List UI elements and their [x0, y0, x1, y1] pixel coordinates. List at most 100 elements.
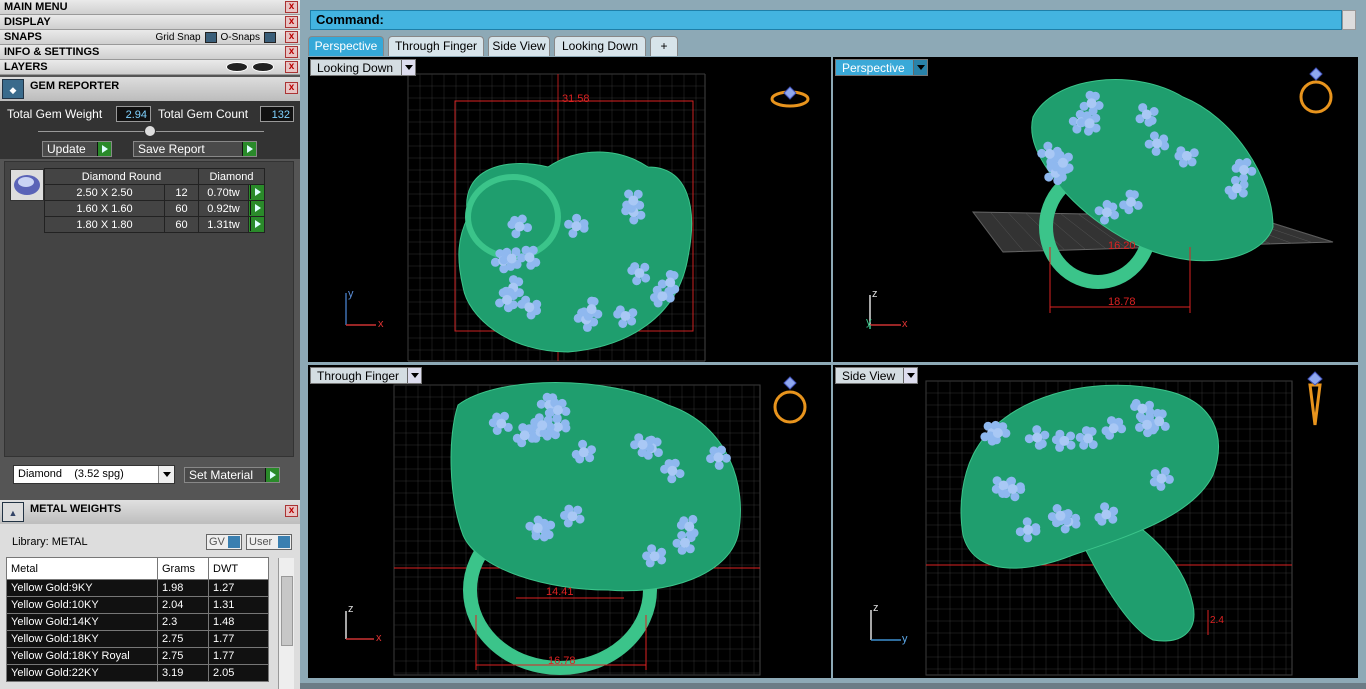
user-toggle[interactable]: User [246, 534, 292, 550]
chevron-down-icon[interactable] [407, 368, 422, 383]
eye-icon[interactable] [252, 62, 274, 72]
viewport-label-text: Looking Down [317, 61, 394, 75]
gem-center [1108, 423, 1119, 434]
close-icon[interactable]: x [285, 82, 298, 94]
material-select-value: Diamond (3.52 spg) [18, 468, 124, 480]
o-snaps-toggle[interactable] [264, 31, 276, 43]
dimension-label: 31.58 [562, 93, 590, 105]
grams-header: Grams [157, 557, 209, 580]
table-row[interactable]: Yellow Gold:10KY 2.04 1.31 [6, 596, 269, 614]
gem-weight: 1.31tw [198, 216, 249, 233]
gem-row[interactable]: 1.80 X 1.80 60 1.31tw [44, 216, 265, 233]
snaps-menu-bar[interactable]: SNAPS Grid Snap O-Snaps x [0, 30, 300, 45]
chevron-down-icon[interactable] [912, 60, 927, 75]
close-icon[interactable]: x [285, 16, 298, 28]
close-icon[interactable]: x [285, 1, 298, 13]
close-icon[interactable]: x [285, 31, 298, 43]
select-arrow-icon[interactable] [248, 216, 265, 233]
close-icon[interactable]: x [285, 46, 298, 58]
gem-center [502, 294, 512, 305]
select-arrow-icon[interactable] [248, 184, 265, 201]
chevron-down-icon[interactable] [158, 466, 174, 483]
layers-menu-bar[interactable]: LAYERS x [0, 60, 300, 75]
gv-label: GV [209, 536, 225, 548]
display-menu-bar[interactable]: DISPLAY x [0, 15, 300, 30]
gv-toggle[interactable]: GV [206, 534, 242, 550]
viewport-label-perspective[interactable]: Perspective [835, 59, 928, 76]
viewport-label-looking-down[interactable]: Looking Down [310, 59, 417, 76]
slider-handle[interactable] [144, 125, 156, 137]
grid-snap-toggle[interactable] [204, 31, 217, 43]
gem-center [1156, 473, 1167, 484]
material-select[interactable]: Diamond (3.52 spg) [13, 465, 175, 484]
gem-center [1181, 150, 1192, 161]
axis-y-label: y [348, 288, 354, 300]
update-button[interactable]: Update [42, 141, 112, 157]
gem-center [1101, 207, 1112, 218]
through-finger-render: 14.41 16.78 z x [345, 376, 807, 676]
diamond-shape-icon[interactable] [10, 169, 44, 201]
viewport-label-side-view[interactable]: Side View [835, 367, 919, 384]
diamond-round-icon [14, 175, 40, 195]
gem-center [1154, 416, 1165, 427]
command-scroll-button[interactable] [1342, 10, 1356, 30]
save-report-label: Save Report [138, 142, 205, 156]
metal-grams: 2.04 [157, 596, 209, 614]
gem-center [1055, 510, 1066, 521]
select-arrow-icon[interactable] [248, 200, 265, 217]
chevron-down-icon[interactable] [401, 60, 416, 75]
gem-center [567, 511, 578, 522]
gem-size: 1.60 X 1.60 [44, 200, 165, 217]
table-row[interactable]: Yellow Gold:18KY Royal 2.75 1.77 [6, 647, 269, 665]
set-material-label: Set Material [189, 468, 254, 482]
main-area: Command: Perspective Through Finger Side… [300, 0, 1366, 689]
ring-orientation-icon [1299, 67, 1333, 114]
table-row[interactable]: Yellow Gold:18KY 2.75 1.77 [6, 630, 269, 648]
gem-reporter-title: GEM REPORTER [30, 80, 120, 92]
viewport-perspective[interactable]: 18.78 16.20 z y x Perspective [833, 57, 1358, 362]
gem-center [1137, 403, 1148, 414]
save-report-button[interactable]: Save Report [133, 141, 257, 157]
gem-center [524, 252, 535, 263]
gem-row[interactable]: 1.60 X 1.60 60 0.92tw [44, 200, 265, 217]
metal-table-scrollbar[interactable] [278, 558, 294, 689]
close-icon[interactable]: x [285, 505, 298, 517]
viewport-through-finger[interactable]: 14.41 16.78 z x Through Finger [308, 365, 831, 678]
chevron-down-icon[interactable] [903, 368, 918, 383]
metal-dwt: 1.27 [208, 579, 269, 597]
axis-x-label: x [378, 318, 384, 330]
set-material-button[interactable]: Set Material [184, 467, 280, 483]
snap-controls: Grid Snap O-Snaps [156, 30, 281, 45]
tab-perspective[interactable]: Perspective [308, 36, 384, 56]
axis-x-label: x [902, 318, 908, 330]
gem-weight: 0.70tw [198, 184, 249, 201]
tab-through-finger[interactable]: Through Finger [388, 36, 484, 56]
play-arrow-icon [265, 468, 279, 482]
dimension-label: 18.78 [1108, 296, 1136, 308]
main-menu-bar[interactable]: MAIN MENU x [0, 0, 300, 15]
scrollbar-thumb[interactable] [281, 576, 293, 646]
add-tab-button[interactable]: + [650, 36, 678, 56]
table-row[interactable]: Yellow Gold:14KY 2.3 1.48 [6, 613, 269, 631]
gem-row[interactable]: 2.50 X 2.50 12 0.70tw [44, 184, 265, 201]
command-bar[interactable]: Command: [310, 10, 1342, 30]
tab-side-view[interactable]: Side View [488, 36, 550, 56]
info-settings-menu-bar[interactable]: INFO & SETTINGS x [0, 45, 300, 60]
ring-orientation-icon [770, 86, 810, 108]
table-row[interactable]: Yellow Gold:22KY 3.19 2.05 [6, 664, 269, 682]
metal-grams: 3.19 [157, 664, 209, 682]
viewport-label-through-finger[interactable]: Through Finger [310, 367, 423, 384]
gem-center [1007, 484, 1018, 494]
layer-visibility-icon[interactable] [226, 62, 248, 72]
tab-looking-down[interactable]: Looking Down [554, 36, 646, 56]
table-row[interactable]: Yellow Gold:9KY 1.98 1.27 [6, 579, 269, 597]
metal-table: Metal Grams DWT Yellow Gold:9KY 1.98 1.27 … [6, 557, 269, 682]
close-icon[interactable]: x [285, 61, 298, 73]
gem-reporter-header: ◆ GEM REPORTER x [0, 77, 300, 101]
command-label: Command: [316, 12, 384, 27]
gem-material-header: Diamond [198, 168, 265, 185]
viewport-looking-down[interactable]: 31.58 y x Looking Down [308, 57, 831, 362]
gem-center [657, 291, 668, 302]
viewport-side-view[interactable]: 2.4 z y Side View [833, 365, 1358, 678]
gem-center [1059, 435, 1070, 446]
